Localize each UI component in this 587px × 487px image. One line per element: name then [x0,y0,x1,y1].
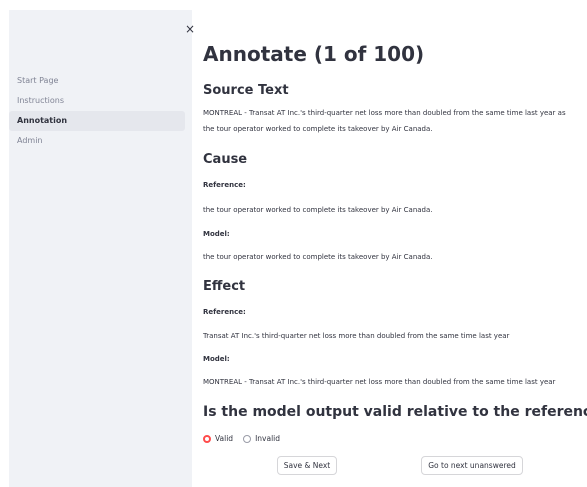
cause-reference-text: the tour operator worked to complete its… [203,206,433,214]
page-title: Annotate (1 of 100) [203,42,425,66]
cause-heading: Cause [203,152,248,167]
radio-label-invalid: Invalid [255,434,281,443]
sidebar-nav: Start Page Instructions Annotation Admin [9,71,185,151]
effect-reference-label: Reference: [203,308,246,316]
go-to-next-unanswered-button[interactable]: Go to next unanswered [421,456,523,475]
question-heading: Is the model output valid relative to th… [203,404,587,420]
effect-model-text: MONTREAL - Transat AT Inc.'s third-quart… [203,378,556,386]
radio-option-invalid[interactable]: Invalid [243,434,280,443]
radio-option-valid[interactable]: Valid [203,434,233,443]
source-text-line-2: the tour operator worked to complete its… [203,125,433,133]
save-next-button[interactable]: Save & Next [277,456,337,475]
effect-heading: Effect [203,279,246,294]
source-text-heading: Source Text [203,83,289,98]
cause-model-label: Model: [203,230,230,238]
close-icon[interactable]: × [184,22,196,36]
sidebar-item-instructions[interactable]: Instructions [9,91,185,111]
sidebar: × Start Page Instructions Annotation Adm… [9,10,195,487]
radio-unselected-icon[interactable] [243,434,252,443]
cause-reference-label: Reference: [203,181,246,189]
cause-model-text: the tour operator worked to complete its… [203,253,433,261]
main-content: Annotate (1 of 100) Source Text MONTREAL… [203,0,587,487]
sidebar-item-start-page[interactable]: Start Page [9,71,185,91]
effect-reference-text: Transat AT Inc.'s third-quarter net loss… [203,332,510,340]
radio-selected-icon[interactable] [203,434,211,443]
sidebar-item-admin[interactable]: Admin [9,131,185,151]
source-text-line-1: MONTREAL - Transat AT Inc.'s third-quart… [203,109,566,117]
sidebar-item-annotation[interactable]: Annotation [9,111,185,131]
radio-label-valid: Valid [215,434,234,443]
effect-model-label: Model: [203,355,230,363]
validity-radio-group: Valid Invalid [203,434,290,443]
